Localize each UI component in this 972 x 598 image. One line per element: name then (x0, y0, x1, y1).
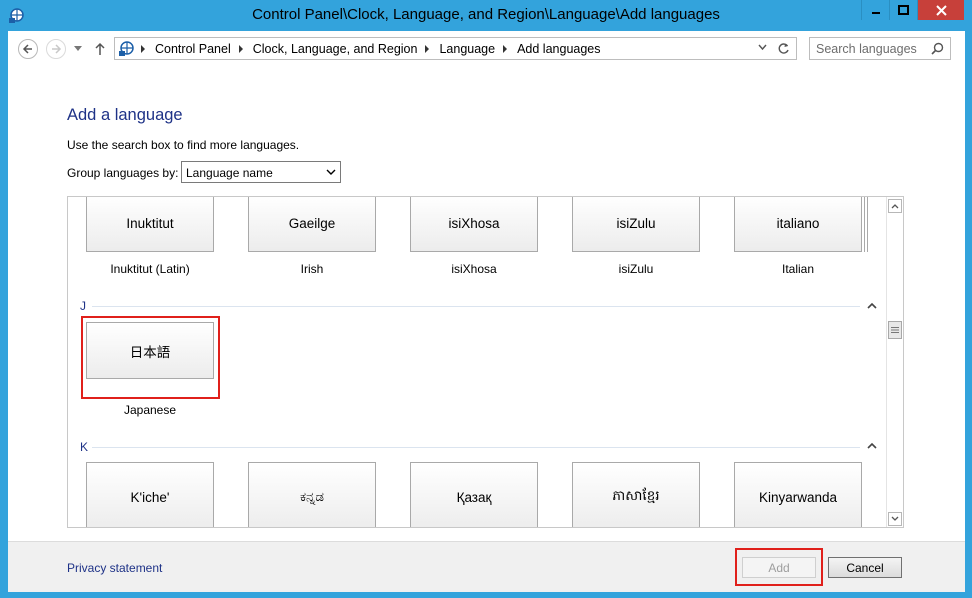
collapse-group-chevron-up-icon[interactable] (867, 302, 877, 310)
tile-native-name: isiXhosa (448, 216, 500, 231)
scroll-up-button[interactable] (888, 199, 902, 213)
tile-native-name: Gaeilge (288, 216, 336, 231)
tile-label: Japanese (123, 403, 177, 417)
breadcrumb-language[interactable]: Language (439, 42, 495, 56)
group-by-select[interactable]: Language name (181, 161, 341, 183)
language-list: Inuktitut Inuktitut (Latin) Gaeilge Iris… (67, 196, 904, 528)
close-button[interactable] (917, 0, 964, 20)
navigation-bar: Control Panel Clock, Language, and Regio… (8, 31, 965, 67)
chevron-down-icon (891, 516, 899, 521)
minimize-button[interactable] (861, 0, 889, 20)
back-button[interactable] (18, 39, 38, 59)
language-tile-irish[interactable]: Gaeilge (248, 197, 376, 252)
address-bar[interactable]: Control Panel Clock, Language, and Regio… (114, 37, 797, 60)
tile-native-name: italiano (776, 216, 820, 231)
back-arrow-icon (22, 44, 32, 54)
tile-label: Inuktitut (Latin) (110, 262, 190, 276)
maximize-icon (898, 5, 909, 15)
breadcrumb-control-panel[interactable]: Control Panel (155, 42, 231, 56)
forward-arrow-icon (52, 44, 62, 54)
window-title: Control Panel\Clock, Language, and Regio… (252, 6, 720, 23)
window-client: Control Panel Clock, Language, and Regio… (8, 31, 965, 592)
search-input[interactable]: Search languages (809, 37, 951, 60)
language-tile-japanese[interactable]: 日本語 (86, 322, 214, 379)
chevron-down-icon (326, 169, 336, 175)
group-header-k: K (80, 440, 89, 454)
tile-label: isiXhosa (451, 262, 497, 276)
group-by-value: Language name (186, 166, 273, 180)
search-placeholder: Search languages (816, 42, 917, 56)
address-history-chevron-down-icon[interactable] (758, 43, 767, 52)
tile-native-name: Қазақ (456, 489, 492, 505)
search-icon[interactable] (931, 42, 944, 55)
tile-native-name: Inuktitut (126, 216, 174, 231)
language-tile-inuktitut[interactable]: Inuktitut (86, 197, 214, 252)
language-tile-isizulu[interactable]: isiZulu (572, 197, 700, 252)
chevron-up-icon (891, 204, 899, 209)
forward-button[interactable] (46, 39, 66, 59)
recent-locations-chevron-down-icon[interactable] (74, 46, 82, 52)
refresh-icon[interactable] (777, 42, 790, 55)
tile-native-name: isiZulu (616, 216, 656, 231)
breadcrumb-chevron-right-icon[interactable] (425, 45, 430, 53)
privacy-statement-link[interactable]: Privacy statement (67, 561, 162, 575)
breadcrumb-chevron-right-icon[interactable] (141, 45, 145, 53)
tile-native-name: ភាសាខ្មែរ (612, 488, 660, 503)
group-header-j: J (80, 299, 86, 313)
breadcrumb-add-languages[interactable]: Add languages (517, 42, 600, 56)
language-tile-kinyarwanda[interactable]: Kinyarwanda (734, 462, 862, 527)
scrollbar-thumb[interactable] (888, 321, 902, 339)
maximize-button[interactable] (889, 0, 917, 20)
window-frame: Control Panel\Clock, Language, and Regio… (0, 0, 972, 598)
page-title: Add a language (67, 106, 183, 124)
grip-icon (891, 327, 899, 333)
breadcrumb-chevron-right-icon[interactable] (238, 45, 243, 53)
minimize-icon (871, 12, 880, 14)
group-by-label: Group languages by: (67, 166, 179, 180)
vertical-scrollbar[interactable] (886, 197, 903, 527)
language-tile-khmer[interactable]: ភាសាខ្មែរ (572, 462, 700, 527)
scroll-down-button[interactable] (888, 512, 902, 526)
language-tile-italian[interactable]: italiano (734, 197, 862, 252)
language-tile-kiche[interactable]: K'iche' (86, 462, 214, 527)
close-icon (935, 4, 947, 16)
search-hint: Use the search box to find more language… (67, 138, 300, 152)
add-button[interactable]: Add (742, 557, 816, 578)
tile-label: isiZulu (618, 262, 654, 276)
breadcrumb: Control Panel Clock, Language, and Regio… (141, 42, 601, 56)
language-tile-kazakh[interactable]: Қазақ (410, 462, 538, 527)
breadcrumb-chevron-right-icon[interactable] (503, 45, 508, 53)
group-divider (92, 306, 860, 307)
cancel-button[interactable]: Cancel (828, 557, 902, 578)
collapse-group-chevron-up-icon[interactable] (867, 442, 877, 450)
group-divider (92, 447, 860, 448)
tile-label: Italian (781, 262, 815, 276)
control-panel-icon (119, 41, 134, 56)
tile-native-name: Kinyarwanda (758, 489, 838, 505)
language-tile-isixhosa[interactable]: isiXhosa (410, 197, 538, 252)
tile-native-name: K'iche' (130, 489, 170, 505)
up-arrow-icon[interactable] (95, 42, 105, 55)
tile-label: Irish (300, 262, 324, 276)
title-bar: Control Panel\Clock, Language, and Regio… (0, 0, 972, 31)
language-tile-kannada[interactable]: ಕನ್ನಡ (248, 462, 376, 527)
footer: Privacy statement Add Cancel (8, 541, 965, 592)
tile-native-name: 日本語 (129, 344, 171, 360)
tile-native-name: ಕನ್ನಡ (299, 489, 324, 504)
breadcrumb-clock-language-region[interactable]: Clock, Language, and Region (253, 42, 418, 56)
